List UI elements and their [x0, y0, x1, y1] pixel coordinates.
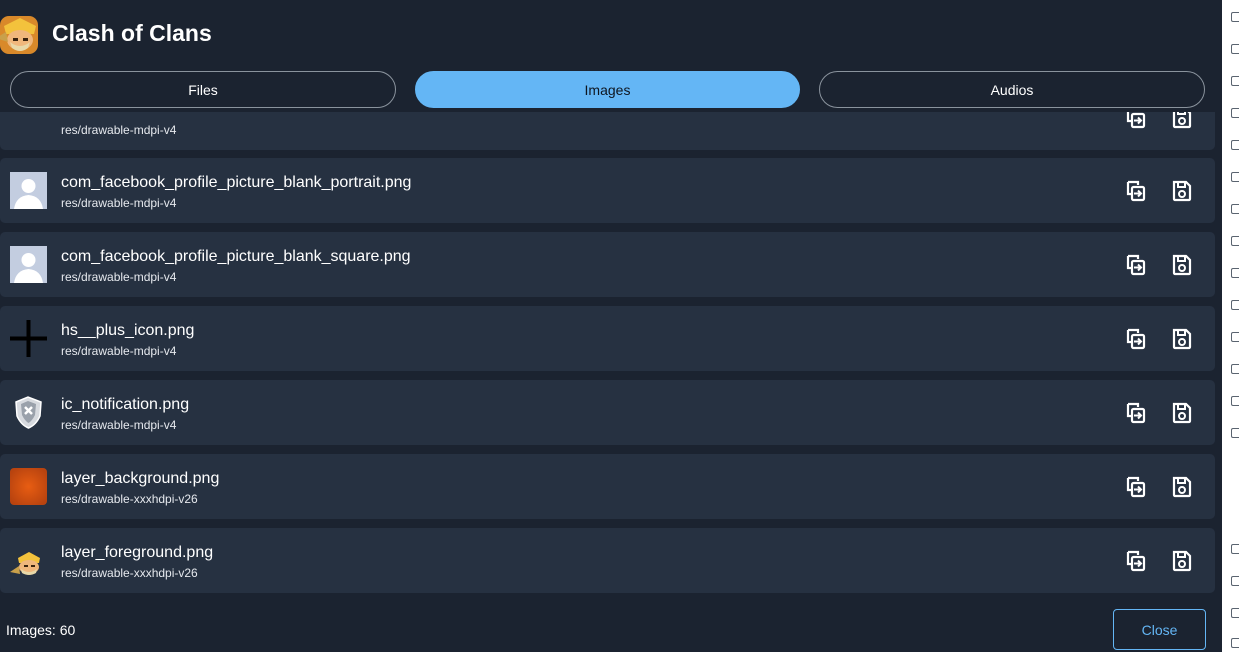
toolbar-icon[interactable] — [1231, 396, 1239, 406]
images-count: Images: 60 — [6, 622, 76, 638]
save-button[interactable] — [1169, 326, 1195, 352]
toolbar-icon[interactable] — [1231, 300, 1239, 310]
toolbar-icon[interactable] — [1231, 332, 1239, 342]
barbarian-icon — [10, 552, 40, 575]
toolbar-icon[interactable] — [1231, 172, 1239, 182]
list-item[interactable]: hs__plus_icon.png res/drawable-mdpi-v4 — [0, 306, 1215, 371]
file-path: res/drawable-mdpi-v4 — [61, 344, 177, 358]
save-icon — [1172, 476, 1192, 498]
toolbar-icon[interactable] — [1231, 268, 1239, 278]
toolbar-icon[interactable] — [1231, 638, 1239, 648]
copy-to-button[interactable] — [1123, 326, 1149, 352]
save-icon — [1172, 550, 1192, 572]
save-button[interactable] — [1169, 548, 1195, 574]
copy-to-icon — [1126, 402, 1146, 424]
toolbar-icon[interactable] — [1231, 204, 1239, 214]
toolbar-icon[interactable] — [1231, 544, 1239, 554]
file-name: com_facebook_profile_picture_blank_squar… — [61, 248, 411, 265]
list-item[interactable]: layer_background.png res/drawable-xxxhdp… — [0, 454, 1215, 519]
copy-to-icon — [1126, 476, 1146, 498]
copy-to-icon — [1126, 328, 1146, 350]
toolbar-icon[interactable] — [1231, 236, 1239, 246]
tab-bar: Files Images Audios — [10, 71, 1206, 109]
file-name: layer_foreground.png — [61, 544, 214, 561]
list-item[interactable]: com_facebook_profile_picture_blank_portr… — [0, 158, 1215, 223]
save-button[interactable] — [1169, 252, 1195, 278]
save-icon — [1172, 254, 1192, 276]
file-path: res/drawable-xxxhdpi-v26 — [61, 566, 198, 580]
copy-to-icon — [1126, 550, 1146, 572]
toolbar-icon[interactable] — [1231, 576, 1239, 586]
copy-to-button[interactable] — [1123, 474, 1149, 500]
images-list[interactable]: res/drawable-mdpi-v4 com_facebook_profil… — [0, 112, 1222, 598]
plus-icon — [10, 320, 47, 357]
profile-silhouette-icon — [10, 172, 47, 209]
save-icon — [1172, 112, 1192, 129]
toolbar-icon[interactable] — [1231, 428, 1239, 438]
toolbar-icon[interactable] — [1231, 364, 1239, 374]
save-button[interactable] — [1169, 178, 1195, 204]
dialog-header: Clash of Clans — [0, 0, 1222, 68]
file-path: res/drawable-mdpi-v4 — [61, 196, 177, 210]
copy-to-icon — [1126, 180, 1146, 202]
file-name: hs__plus_icon.png — [61, 322, 195, 339]
save-button[interactable] — [1169, 474, 1195, 500]
list-item[interactable]: layer_foreground.png res/drawable-xxxhdp… — [0, 528, 1215, 593]
tab-images[interactable]: Images — [415, 71, 800, 108]
copy-to-button[interactable] — [1123, 178, 1149, 204]
toolbar-icon[interactable] — [1231, 76, 1239, 86]
file-path: res/drawable-mdpi-v4 — [61, 418, 177, 432]
save-icon — [1172, 180, 1192, 202]
tab-files[interactable]: Files — [10, 71, 396, 108]
close-button[interactable]: Close — [1113, 609, 1206, 650]
copy-to-button[interactable] — [1123, 112, 1149, 131]
file-path: res/drawable-mdpi-v4 — [61, 123, 177, 137]
save-button[interactable] — [1169, 112, 1195, 131]
images-dialog: Clash of Clans Files Images Audios res/d… — [0, 0, 1222, 652]
toolbar-icon[interactable] — [1231, 608, 1239, 618]
toolbar-icon[interactable] — [1231, 44, 1239, 54]
file-name: com_facebook_profile_picture_blank_portr… — [61, 174, 412, 191]
file-name: ic_notification.png — [61, 396, 190, 413]
copy-to-button[interactable] — [1123, 548, 1149, 574]
save-icon — [1172, 402, 1192, 424]
save-button[interactable] — [1169, 400, 1195, 426]
tab-audios[interactable]: Audios — [819, 71, 1205, 108]
profile-silhouette-icon — [10, 246, 47, 283]
emulator-side-toolbar — [1222, 0, 1239, 652]
list-item[interactable]: res/drawable-mdpi-v4 — [0, 112, 1215, 150]
file-path: res/drawable-xxxhdpi-v26 — [61, 492, 198, 506]
copy-to-icon — [1126, 254, 1146, 276]
toolbar-icon[interactable] — [1231, 108, 1239, 118]
toolbar-icon[interactable] — [1231, 140, 1239, 150]
file-path: res/drawable-mdpi-v4 — [61, 270, 177, 284]
app-icon — [0, 16, 38, 54]
notification-shield-icon — [15, 396, 42, 429]
copy-to-icon — [1126, 112, 1146, 129]
save-icon — [1172, 328, 1192, 350]
toolbar-icon[interactable] — [1231, 12, 1239, 22]
orange-blur-image — [10, 468, 47, 505]
app-title: Clash of Clans — [52, 20, 212, 46]
copy-to-button[interactable] — [1123, 400, 1149, 426]
list-item[interactable]: com_facebook_profile_picture_blank_squar… — [0, 232, 1215, 297]
file-name: layer_background.png — [61, 470, 220, 487]
list-item[interactable]: ic_notification.png res/drawable-mdpi-v4 — [0, 380, 1215, 445]
copy-to-button[interactable] — [1123, 252, 1149, 278]
